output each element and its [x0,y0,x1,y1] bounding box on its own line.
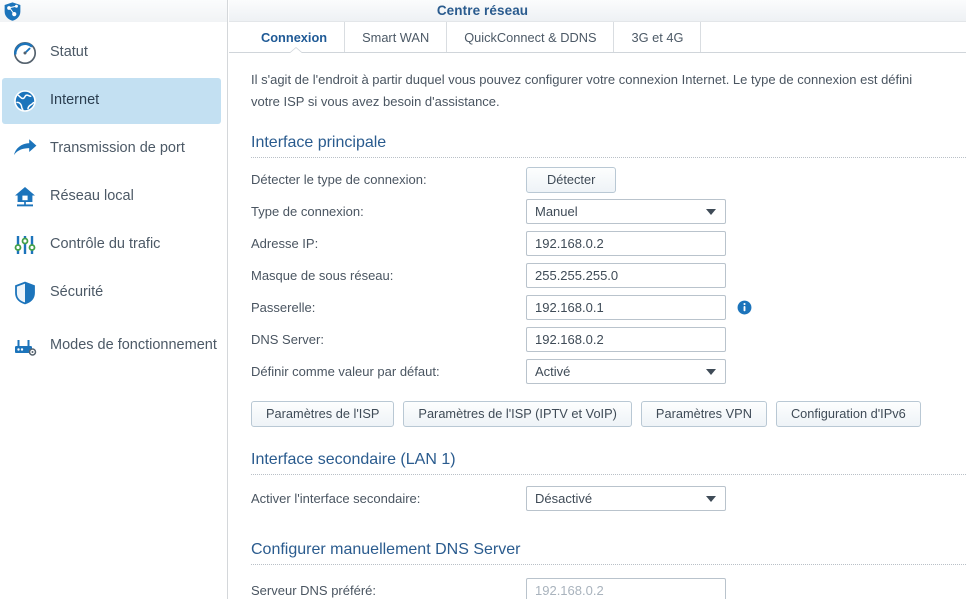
sidebar-item-label: Transmission de port [50,140,185,157]
isp-button-row: Paramètres de l'ISP Paramètres de l'ISP … [251,400,966,427]
row-connection-type: Type de connexion: [251,196,966,228]
gateway-input[interactable] [526,295,726,321]
label-detect-connection-type: Détecter le type de connexion: [251,172,427,188]
network-center-shield-icon [2,1,23,22]
sliders-icon [12,232,38,258]
set-as-default-value[interactable] [526,359,726,385]
gauge-icon [12,40,38,66]
label-enable-secondary-interface: Activer l'interface secondaire: [251,491,421,507]
globe-icon [12,88,38,114]
ipv6-configuration-button[interactable]: Configuration d'IPv6 [775,400,921,427]
row-gateway: Passerelle: [251,292,966,324]
preferred-dns-server-input[interactable] [526,578,726,599]
intro-text: Il s'agit de l'endroit à partir duquel v… [251,72,913,110]
row-enable-secondary-interface: Activer l'interface secondaire: [251,483,966,515]
detect-button[interactable]: Détecter [526,166,617,193]
info-icon[interactable] [737,300,752,315]
row-ip-address: Adresse IP: [251,228,966,260]
ip-address-input[interactable] [526,231,726,257]
page-title: Centre réseau [436,3,529,18]
router-gear-icon [12,333,38,359]
sidebar-item-controle-du-trafic[interactable]: Contrôle du trafic [2,222,221,268]
main-panel: Centre réseau Connexion Smart WAN QuickC… [229,0,966,599]
isp-settings-button[interactable]: Paramètres de l'ISP [251,400,395,427]
tab-label: 3G et 4G [631,30,684,45]
tab-label: Connexion [261,30,328,45]
control-subnet-mask [526,263,726,289]
sidebar-item-label: Contrôle du trafic [50,236,161,253]
sidebar: Statut Internet Transmission de port Rés… [0,0,228,599]
set-as-default-select[interactable] [526,359,726,385]
connection-type-value[interactable] [526,199,726,225]
control-gateway [526,295,752,321]
label-connection-type: Type de connexion: [251,204,364,220]
isp-iptv-voip-settings-button[interactable]: Paramètres de l'ISP (IPTV et VoIP) [403,400,632,427]
dns-server-input[interactable] [526,327,726,353]
label-preferred-dns-server: Serveur DNS préféré: [251,583,376,599]
section-title-interface-secondaire: Interface secondaire (LAN 1) [251,450,456,468]
section-title-manual-dns: Configurer manuellement DNS Server [251,540,521,558]
app-icon-bar [0,0,227,22]
row-subnet-mask: Masque de sous réseau: [251,260,966,292]
enable-secondary-interface-value[interactable] [526,486,726,512]
label-set-as-default: Définir comme valeur par défaut: [251,364,440,380]
control-preferred-dns-server [526,578,726,599]
sidebar-item-reseau-local[interactable]: Réseau local [2,174,221,220]
sidebar-item-modes-de-fonctionnement[interactable]: Modes de fonctionnement [2,318,221,374]
label-dns-server: DNS Server: [251,332,324,348]
tab-3g-et-4g[interactable]: 3G et 4G [614,22,702,53]
sidebar-item-label: Sécurité [50,284,104,301]
enable-secondary-interface-select[interactable] [526,486,726,512]
shield-icon [12,280,38,306]
content-area: Il s'agit de l'endroit à partir duquel v… [229,53,966,599]
section-divider [251,563,966,565]
label-ip-address: Adresse IP: [251,236,319,252]
sidebar-item-label: Internet [50,92,100,109]
control-set-as-default [526,359,726,385]
sidebar-item-label: Réseau local [50,188,134,205]
row-detect-connection-type: Détecter le type de connexion: Détecter [251,164,966,196]
tab-quickconnect-ddns[interactable]: QuickConnect & DDNS [447,22,615,53]
sidebar-item-transmission-de-port[interactable]: Transmission de port [2,126,221,172]
control-ip-address [526,231,726,257]
control-dns-server [526,327,726,353]
tab-smart-wan[interactable]: Smart WAN [345,22,448,53]
window-titlebar: Centre réseau [229,0,966,22]
control-enable-secondary-interface [526,486,726,512]
sidebar-item-securite[interactable]: Sécurité [2,270,221,316]
home-network-icon [12,184,38,210]
connection-type-select[interactable] [526,199,726,225]
tab-label: Smart WAN [362,30,430,45]
section-divider [251,156,966,158]
sidebar-item-label: Statut [50,44,88,61]
label-subnet-mask: Masque de sous réseau: [251,268,394,284]
sidebar-item-label: Modes de fonctionnement [50,337,217,354]
label-gateway: Passerelle: [251,300,316,316]
forward-arrow-icon [12,136,38,162]
sidebar-nav-list: Statut Internet Transmission de port Rés… [0,22,227,374]
row-set-as-default: Définir comme valeur par défaut: [251,356,966,388]
tabbar-spacer [701,22,966,53]
section-title-interface-principale: Interface principale [251,133,387,151]
tab-label: QuickConnect & DDNS [464,30,597,45]
subnet-mask-input[interactable] [526,263,726,289]
control-connection-type [526,199,726,225]
tabbar: Connexion Smart WAN QuickConnect & DDNS … [229,22,966,54]
network-center-window: Statut Internet Transmission de port Rés… [0,0,966,599]
sidebar-item-internet[interactable]: Internet [2,78,221,124]
vpn-settings-button[interactable]: Paramètres VPN [640,400,767,427]
row-preferred-dns-server: Serveur DNS préféré: [251,575,966,599]
control-detect: Détecter [526,166,617,193]
sidebar-item-statut[interactable]: Statut [2,30,221,76]
row-dns-server: DNS Server: [251,324,966,356]
section-divider [251,473,966,475]
